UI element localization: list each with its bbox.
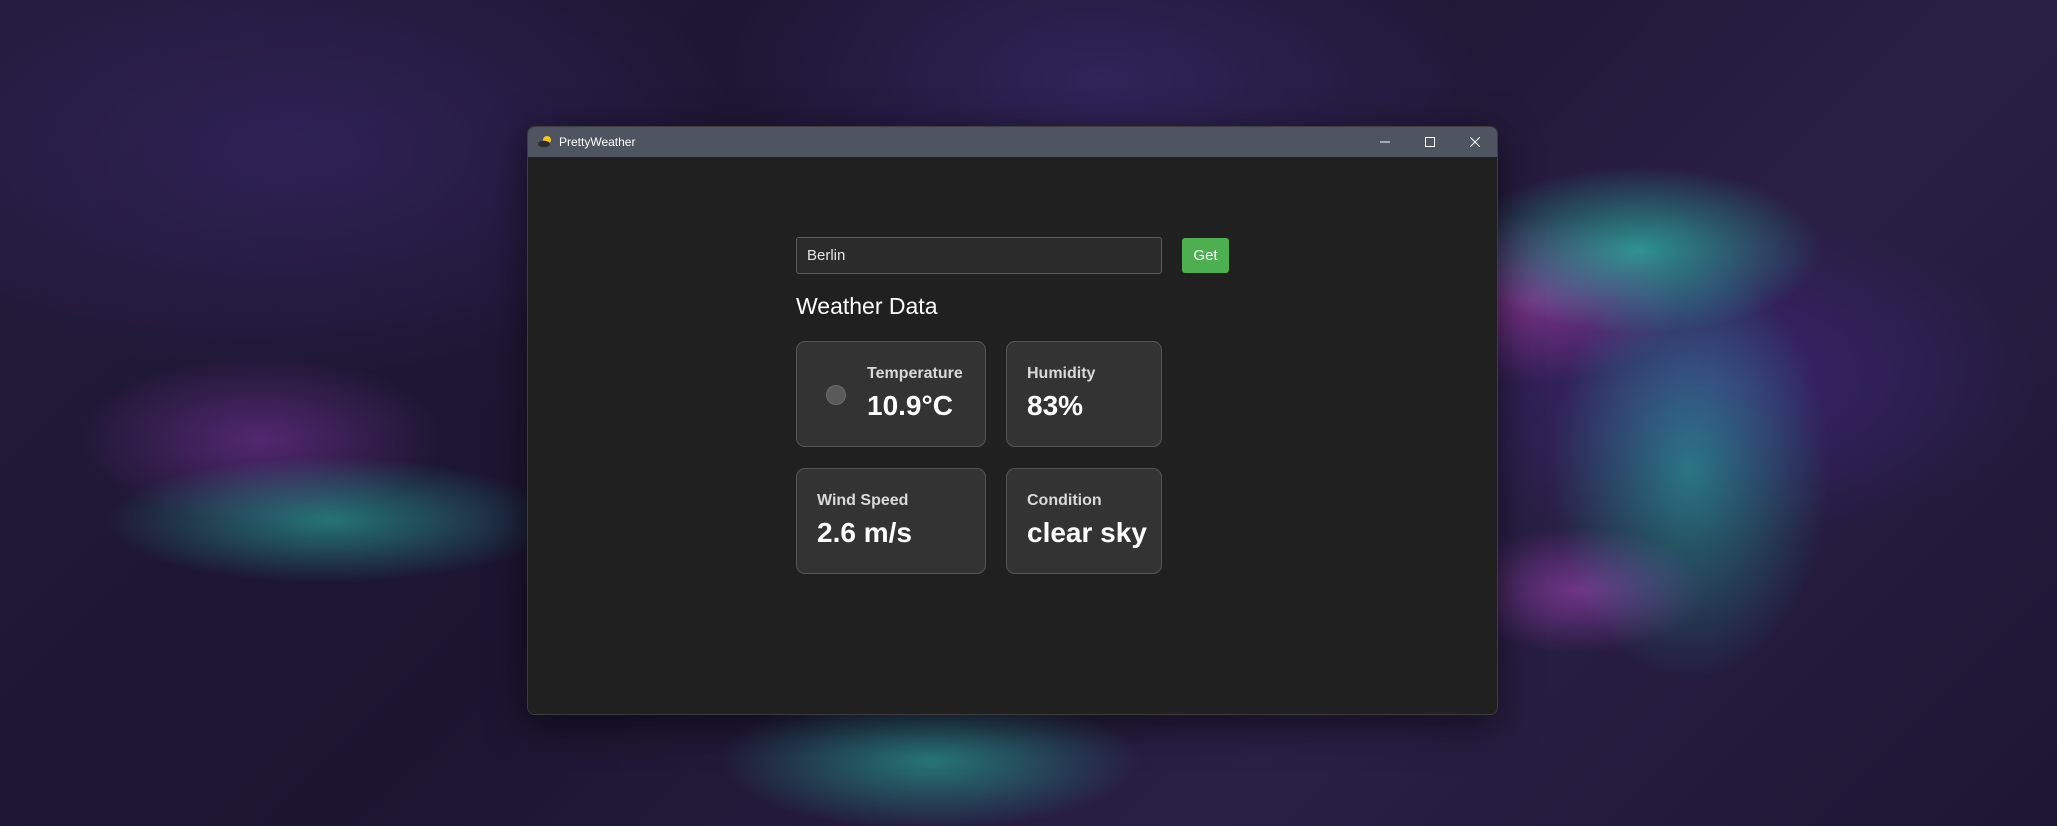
sun-cloud-icon [537,134,553,150]
maximize-button[interactable] [1407,127,1452,157]
temperature-card: Temperature 10.9°C [796,341,986,447]
minimize-icon [1379,141,1390,143]
humidity-value: 83% [1027,390,1084,421]
humidity-card: Humidity 83% [1006,341,1162,447]
get-button[interactable]: Get [1182,238,1229,273]
condition-card: Condition clear sky [1006,468,1162,574]
temperature-label: Temperature [867,365,963,382]
maximize-icon [1424,137,1435,147]
close-icon [1469,137,1480,147]
humidity-label: Humidity [1027,365,1096,382]
status-dot-icon [826,385,846,405]
desktop-wallpaper: PrettyWeather Berlin Get Weather Data Te… [0,0,2057,826]
condition-label: Condition [1027,492,1102,509]
city-input[interactable] [796,237,1162,274]
window-title: PrettyWeather [559,135,636,149]
wind-speed-card: Wind Speed 2.6 m/s [796,468,986,574]
minimize-button[interactable] [1362,127,1407,157]
app-window: PrettyWeather Berlin Get Weather Data Te… [527,126,1498,715]
temperature-value: 10.9°C [867,390,953,421]
condition-value: clear sky [1027,517,1147,548]
wind-speed-value: 2.6 m/s [817,517,912,548]
weather-data-heading: Weather Data [796,293,938,319]
close-button[interactable] [1452,127,1497,157]
title-bar[interactable]: PrettyWeather [528,127,1497,157]
window-controls [1362,127,1497,157]
window-content: Get Weather Data Temperature 10.9°C Humi… [528,157,1497,714]
wind-speed-label: Wind Speed [817,492,909,509]
